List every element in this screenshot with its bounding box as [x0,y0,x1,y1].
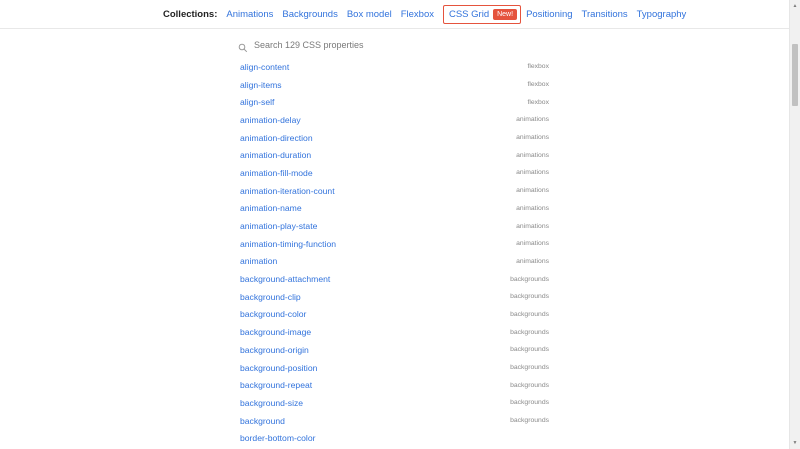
property-row[interactable]: border-bottom-color [240,429,549,447]
search-bar [238,38,552,53]
property-name-link[interactable]: background-origin [240,345,309,355]
property-row[interactable]: background backgrounds [240,412,549,430]
property-row[interactable]: animation-duration animations [240,146,549,164]
property-name-link[interactable]: animation-duration [240,150,311,160]
property-name-link[interactable]: animation-direction [240,133,313,143]
property-category: backgrounds [510,275,549,283]
property-name-link[interactable]: align-content [240,62,289,72]
property-name-link[interactable]: background-repeat [240,380,312,390]
property-row[interactable]: align-items flexbox [240,76,549,94]
property-category: animations [516,134,549,142]
new-badge: New! [493,8,518,20]
property-category: animations [516,116,549,124]
property-name-link[interactable]: background-size [240,398,303,408]
nav-link-animations[interactable]: Animations [226,9,273,20]
property-name-link[interactable]: animation-iteration-count [240,186,335,196]
property-row[interactable]: animation animations [240,253,549,271]
property-name-link[interactable]: background-attachment [240,274,330,284]
property-name-link[interactable]: background-color [240,309,306,319]
property-row[interactable]: background-clip backgrounds [240,288,549,306]
property-name-link[interactable]: align-items [240,80,282,90]
property-row[interactable]: background-image backgrounds [240,323,549,341]
property-category: animations [516,240,549,248]
property-category: backgrounds [510,328,549,336]
property-name-link[interactable]: border-bottom-color [240,433,315,443]
property-name-link[interactable]: animation-play-state [240,221,317,231]
property-row[interactable]: animation-play-state animations [240,217,549,235]
top-navigation: Collections: Animations Backgrounds Box … [0,0,789,29]
nav-link-backgrounds[interactable]: Backgrounds [282,9,337,20]
property-row[interactable]: align-content flexbox [240,58,549,76]
property-row[interactable]: animation-name animations [240,200,549,218]
nav-link-css-grid-label: CSS Grid [448,8,490,20]
property-row[interactable]: align-self flexbox [240,93,549,111]
vertical-scrollbar[interactable]: ▲ ▼ [789,0,800,449]
property-category: animations [516,169,549,177]
property-category: backgrounds [510,310,549,318]
property-category: backgrounds [510,364,549,372]
nav-link-flexbox[interactable]: Flexbox [401,9,434,20]
property-name-link[interactable]: background-position [240,363,317,373]
scroll-down-arrow-icon[interactable]: ▼ [790,437,800,449]
nav-link-typography[interactable]: Typography [637,9,687,20]
property-name-link[interactable]: animation-delay [240,115,301,125]
property-row[interactable]: background-position backgrounds [240,359,549,377]
property-row[interactable]: animation-delay animations [240,111,549,129]
search-icon [238,40,248,53]
search-input[interactable] [254,40,544,50]
property-name-link[interactable]: animation [240,256,277,266]
property-category: animations [516,222,549,230]
property-category: backgrounds [510,417,549,425]
nav-link-box-model[interactable]: Box model [347,9,392,20]
property-category: flexbox [527,81,549,89]
nav-link-transitions[interactable]: Transitions [582,9,628,20]
property-category: animations [516,204,549,212]
property-row[interactable]: background-attachment backgrounds [240,270,549,288]
collections-nav: Collections: Animations Backgrounds Box … [163,0,695,28]
property-name-link[interactable]: animation-fill-mode [240,168,313,178]
property-name-link[interactable]: align-self [240,97,274,107]
property-category: animations [516,257,549,265]
property-row[interactable]: animation-direction animations [240,129,549,147]
page: Collections: Animations Backgrounds Box … [0,0,800,449]
nav-link-css-grid[interactable]: CSS Grid New! [442,4,522,24]
property-row[interactable]: animation-iteration-count animations [240,182,549,200]
property-row[interactable]: background-repeat backgrounds [240,376,549,394]
property-name-link[interactable]: animation-timing-function [240,239,336,249]
scrollbar-thumb[interactable] [792,44,798,106]
property-row[interactable]: animation-timing-function animations [240,235,549,253]
property-row[interactable]: animation-fill-mode animations [240,164,549,182]
property-category: backgrounds [510,381,549,389]
nav-link-positioning[interactable]: Positioning [526,9,572,20]
property-row[interactable]: background-origin backgrounds [240,341,549,359]
scroll-up-arrow-icon[interactable]: ▲ [790,0,800,12]
property-name-link[interactable]: background [240,416,285,426]
property-name-link[interactable]: animation-name [240,203,302,213]
property-category: backgrounds [510,399,549,407]
property-category: animations [516,187,549,195]
property-category: animations [516,151,549,159]
property-category: backgrounds [510,346,549,354]
collections-label: Collections: [163,8,218,20]
property-name-link[interactable]: background-image [240,327,311,337]
property-row[interactable]: background-size backgrounds [240,394,549,412]
property-category: flexbox [527,63,549,71]
property-name-link[interactable]: background-clip [240,292,301,302]
property-row[interactable]: background-color backgrounds [240,306,549,324]
property-category: backgrounds [510,293,549,301]
property-list: align-content flexbox align-items flexbox al… [240,58,549,447]
property-category: flexbox [527,98,549,106]
